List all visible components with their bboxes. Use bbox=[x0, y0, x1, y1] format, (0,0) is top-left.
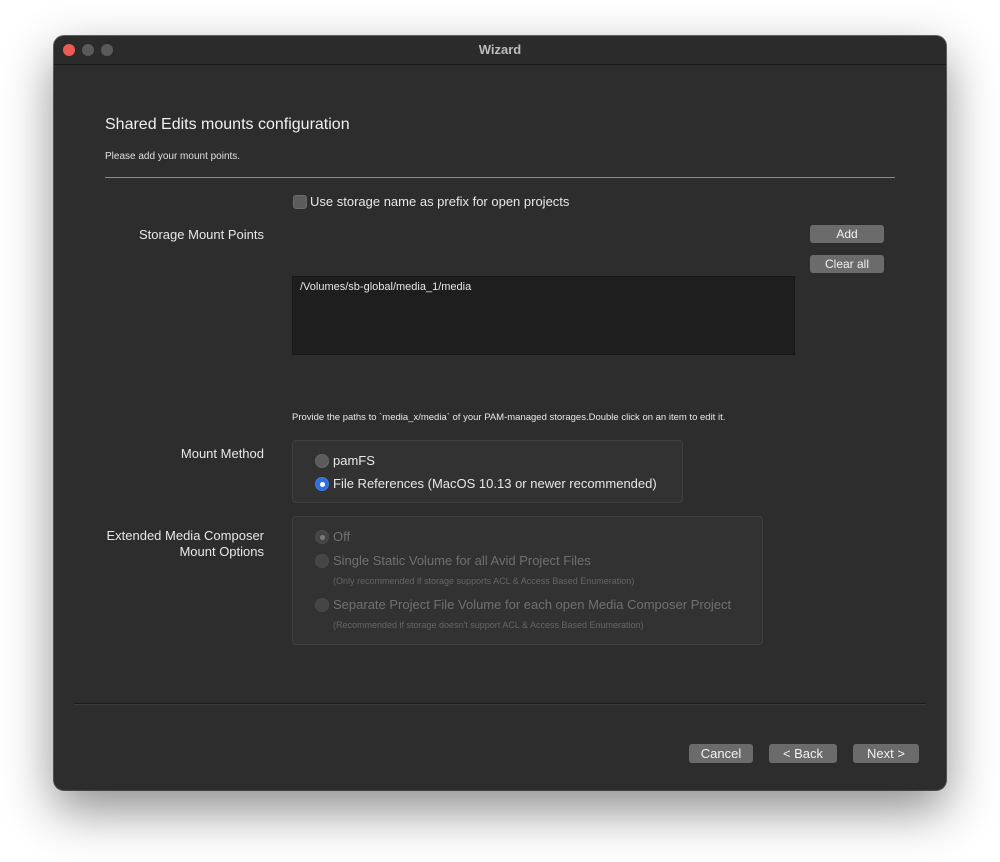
radio-off[interactable] bbox=[315, 530, 329, 544]
mount-points-hint: Provide the paths to `media_x/media` of … bbox=[292, 412, 726, 423]
list-item[interactable]: /Volumes/sb-global/media_1/media bbox=[300, 281, 471, 293]
wizard-window: Wizard Shared Edits mounts configuration… bbox=[54, 36, 946, 790]
clear-all-button[interactable]: Clear all bbox=[810, 255, 884, 273]
back-button[interactable]: < Back bbox=[769, 744, 837, 763]
storage-mount-points-label: Storage Mount Points bbox=[138, 227, 264, 242]
single-static-volume-note: (Only recommended if storage supports AC… bbox=[333, 576, 635, 586]
radio-single-static-volume[interactable] bbox=[315, 554, 329, 568]
radio-pamfs[interactable] bbox=[315, 454, 329, 468]
mount-method-group: pamFS File References (MacOS 10.13 or ne… bbox=[292, 440, 683, 503]
radio-off-label[interactable]: Off bbox=[333, 529, 350, 544]
cancel-button[interactable]: Cancel bbox=[689, 744, 753, 763]
prefix-checkbox[interactable] bbox=[293, 195, 307, 209]
next-button[interactable]: Next > bbox=[853, 744, 919, 763]
radio-separate-project-volume[interactable] bbox=[315, 598, 329, 612]
mount-method-label: Mount Method bbox=[180, 446, 264, 461]
window-title: Wizard bbox=[478, 42, 522, 57]
add-button[interactable]: Add bbox=[810, 225, 884, 243]
radio-separate-project-volume-label[interactable]: Separate Project File Volume for each op… bbox=[333, 597, 731, 612]
mount-points-list[interactable]: /Volumes/sb-global/media_1/media bbox=[292, 276, 795, 355]
extended-options-label-line2: Mount Options bbox=[179, 544, 264, 559]
extended-options-group: Off Single Static Volume for all Avid Pr… bbox=[292, 516, 763, 645]
footer-divider bbox=[74, 703, 926, 705]
separate-project-volume-note: (Recommended if storage doesn't support … bbox=[333, 620, 644, 630]
title-bar: Wizard bbox=[54, 36, 946, 65]
prefix-checkbox-label[interactable]: Use storage name as prefix for open proj… bbox=[310, 194, 569, 209]
radio-single-static-volume-label[interactable]: Single Static Volume for all Avid Projec… bbox=[333, 553, 591, 568]
radio-file-references[interactable] bbox=[315, 477, 329, 491]
page-title: Shared Edits mounts configuration bbox=[105, 116, 350, 133]
radio-file-references-label[interactable]: File References (MacOS 10.13 or newer re… bbox=[333, 476, 657, 491]
page-subtitle: Please add your mount points. bbox=[105, 151, 241, 162]
radio-pamfs-label[interactable]: pamFS bbox=[333, 453, 375, 468]
extended-options-label-line1: Extended Media Composer bbox=[106, 528, 264, 543]
header-divider bbox=[105, 177, 895, 178]
